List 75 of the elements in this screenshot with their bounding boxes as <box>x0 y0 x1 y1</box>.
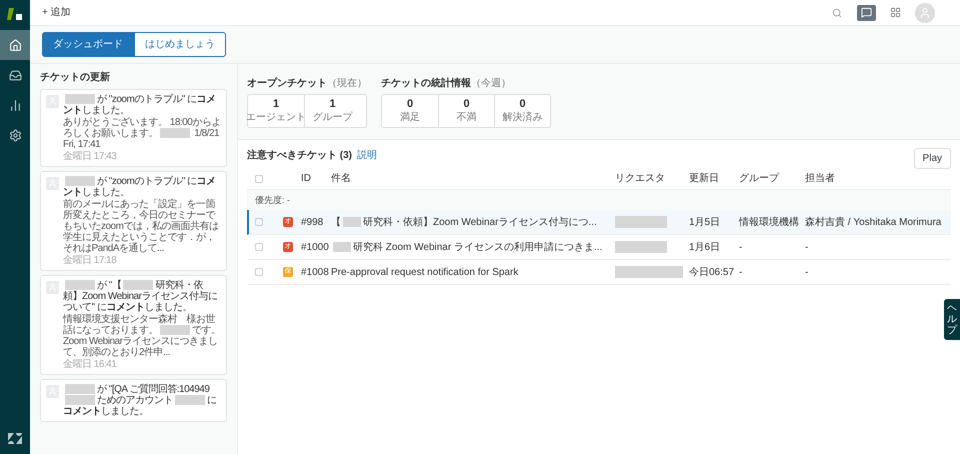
chat-button[interactable] <box>857 4 876 20</box>
stats-title: チケットの統計情報 <box>381 78 471 89</box>
column-header[interactable]: 件名 <box>331 171 615 186</box>
nav-icon <box>8 38 22 52</box>
nav-icon <box>8 128 22 142</box>
update-time: 金曜日 17:43 <box>63 151 118 162</box>
row-checkbox[interactable] <box>255 218 263 226</box>
updated-date: 今日06:57 <box>689 266 734 278</box>
update-card[interactable]: が "zoomのトラブル" にコメントしました。 前のメールにあった「設定」を一箇所変えたところ，今日のセミナーでもちいたzoomでは，私の画面共有は学生に見えたということです．が，それはPandAを通して... 金曜日 17:18 <box>40 171 227 271</box>
group-name: - <box>739 242 742 253</box>
comment-excerpt: ありがとうございます。 18:00からよろしくお願いします。 1/8/21 Fri, 17:41 <box>63 117 221 150</box>
ticket-id: #998 <box>301 216 324 230</box>
apps-grid-icon[interactable] <box>890 7 901 18</box>
stats-title: オープンチケット <box>247 78 327 89</box>
help-tab[interactable]: ヘルプ <box>944 299 960 340</box>
redacted-block <box>615 216 667 228</box>
update-card[interactable]: が "[QA ご質問回答:104949 ためのアカウント にコメントしました。 <box>40 379 227 422</box>
stat-value: 0 <box>406 98 414 112</box>
update-time: 金曜日 16:41 <box>63 359 118 370</box>
column-header[interactable]: 担当者 <box>805 171 835 186</box>
ticket-id: #1008 <box>301 266 330 280</box>
comment-excerpt: 前のメールにあった「設定」を一箇所変えたところ，今日のセミナーでもちいたzoomでは，私の画面共有は学生に見えたということです．が，それはPandAを通して... <box>63 199 220 254</box>
column-header[interactable]: グループ <box>739 171 805 186</box>
update-card[interactable]: が "zoomのトラブル" にコメントしました。 ありがとうございます。 18:00からよろしくお願いします。 1/8/21 Fri, 17:41 金曜日 17:43 <box>40 89 227 167</box>
redacted-block <box>615 266 683 278</box>
nav-item[interactable] <box>0 30 30 60</box>
help-link[interactable]: 説明 <box>357 148 377 163</box>
group-name: - <box>739 266 742 278</box>
redacted-block <box>615 241 667 254</box>
section-title: 注意すべきチケット (3) <box>247 148 352 163</box>
dashboard-tab[interactable]: はじめましょう <box>134 32 226 57</box>
column-header[interactable]: リクエスタ <box>615 171 689 186</box>
stat-value: 0 <box>463 98 470 112</box>
chat-icon <box>861 7 872 18</box>
stat-value: 1 <box>329 98 336 112</box>
update-time: 金曜日 17:18 <box>63 255 118 266</box>
column-header[interactable]: ID <box>301 171 331 186</box>
panel-title: チケットの更新 <box>40 70 111 85</box>
add-button[interactable]: + 追加 <box>42 5 71 20</box>
comment-excerpt: 情報環境支援センター森村 様お世話になっております。 です。 Zoom Webinarライセンスにつきまして、別添のとおり2件申... <box>63 314 221 358</box>
assignee-name: 森村吉貴 / Yoshitaka Morimura <box>805 216 942 230</box>
stat-label: 不満 <box>456 112 476 124</box>
update-title: が "[QA ご質問回答:104949 ためのアカウント にコメントしました。 <box>63 384 218 417</box>
ticket-id: #1000 <box>301 240 330 255</box>
stats-note: （今週） <box>471 78 511 89</box>
play-button[interactable]: Play <box>914 148 951 169</box>
column-header[interactable]: 更新日 <box>689 171 739 186</box>
group-row: 優先度: - <box>247 190 951 210</box>
dashboard-tab[interactable]: ダッシュボード <box>42 32 134 57</box>
stat-value: 1 <box>272 98 280 112</box>
assignee-name: - <box>805 240 808 255</box>
stat-label: グループ <box>312 112 352 124</box>
updated-date: 1月5日 <box>689 216 720 228</box>
stat-value: 0 <box>519 98 526 112</box>
ticket-subject: Pre-approval request notification for Spark <box>331 266 518 278</box>
row-checkbox[interactable] <box>255 243 263 252</box>
logo-icon <box>7 8 23 22</box>
stat-label: 満足 <box>400 112 420 124</box>
group-name: 情報環境機構 <box>739 216 799 228</box>
stat-label: 解決済み <box>502 112 542 124</box>
update-card[interactable]: が "【 研究科・依頼】Zoom Webinarライセンス付与について" にコメントしました。 情報環境支援センター森村 様お世話になっております。 です。 Zoom Webinarライセンスにつきまして、別添のとおり2件申... 金曜日 16:41 <box>40 275 227 375</box>
row-checkbox[interactable] <box>255 268 263 276</box>
search-icon[interactable] <box>832 8 842 18</box>
stat-label: エージェント <box>246 112 306 124</box>
ticket-subject: 【 研究科・依頼】Zoom Webinarライセンス付与につ... <box>331 216 597 228</box>
updated-date: 1月6日 <box>689 242 720 253</box>
stats-note: （現在） <box>327 78 367 89</box>
update-title: が "zoomのトラブル" にコメントしました。 <box>63 94 217 116</box>
update-title: が "zoomのトラブル" にコメントしました。 <box>63 176 217 198</box>
ticket-subject: 研究科 Zoom Webinar ライセンスの利用申請につきま... <box>331 242 602 253</box>
assignee-name: - <box>805 266 808 280</box>
nav-icon <box>8 68 22 82</box>
nav-icon <box>8 98 22 112</box>
select-all-checkbox[interactable] <box>255 174 263 183</box>
update-title: が "【 研究科・依頼】Zoom Webinarライセンス付与について" にコメントしました。 <box>63 280 218 313</box>
